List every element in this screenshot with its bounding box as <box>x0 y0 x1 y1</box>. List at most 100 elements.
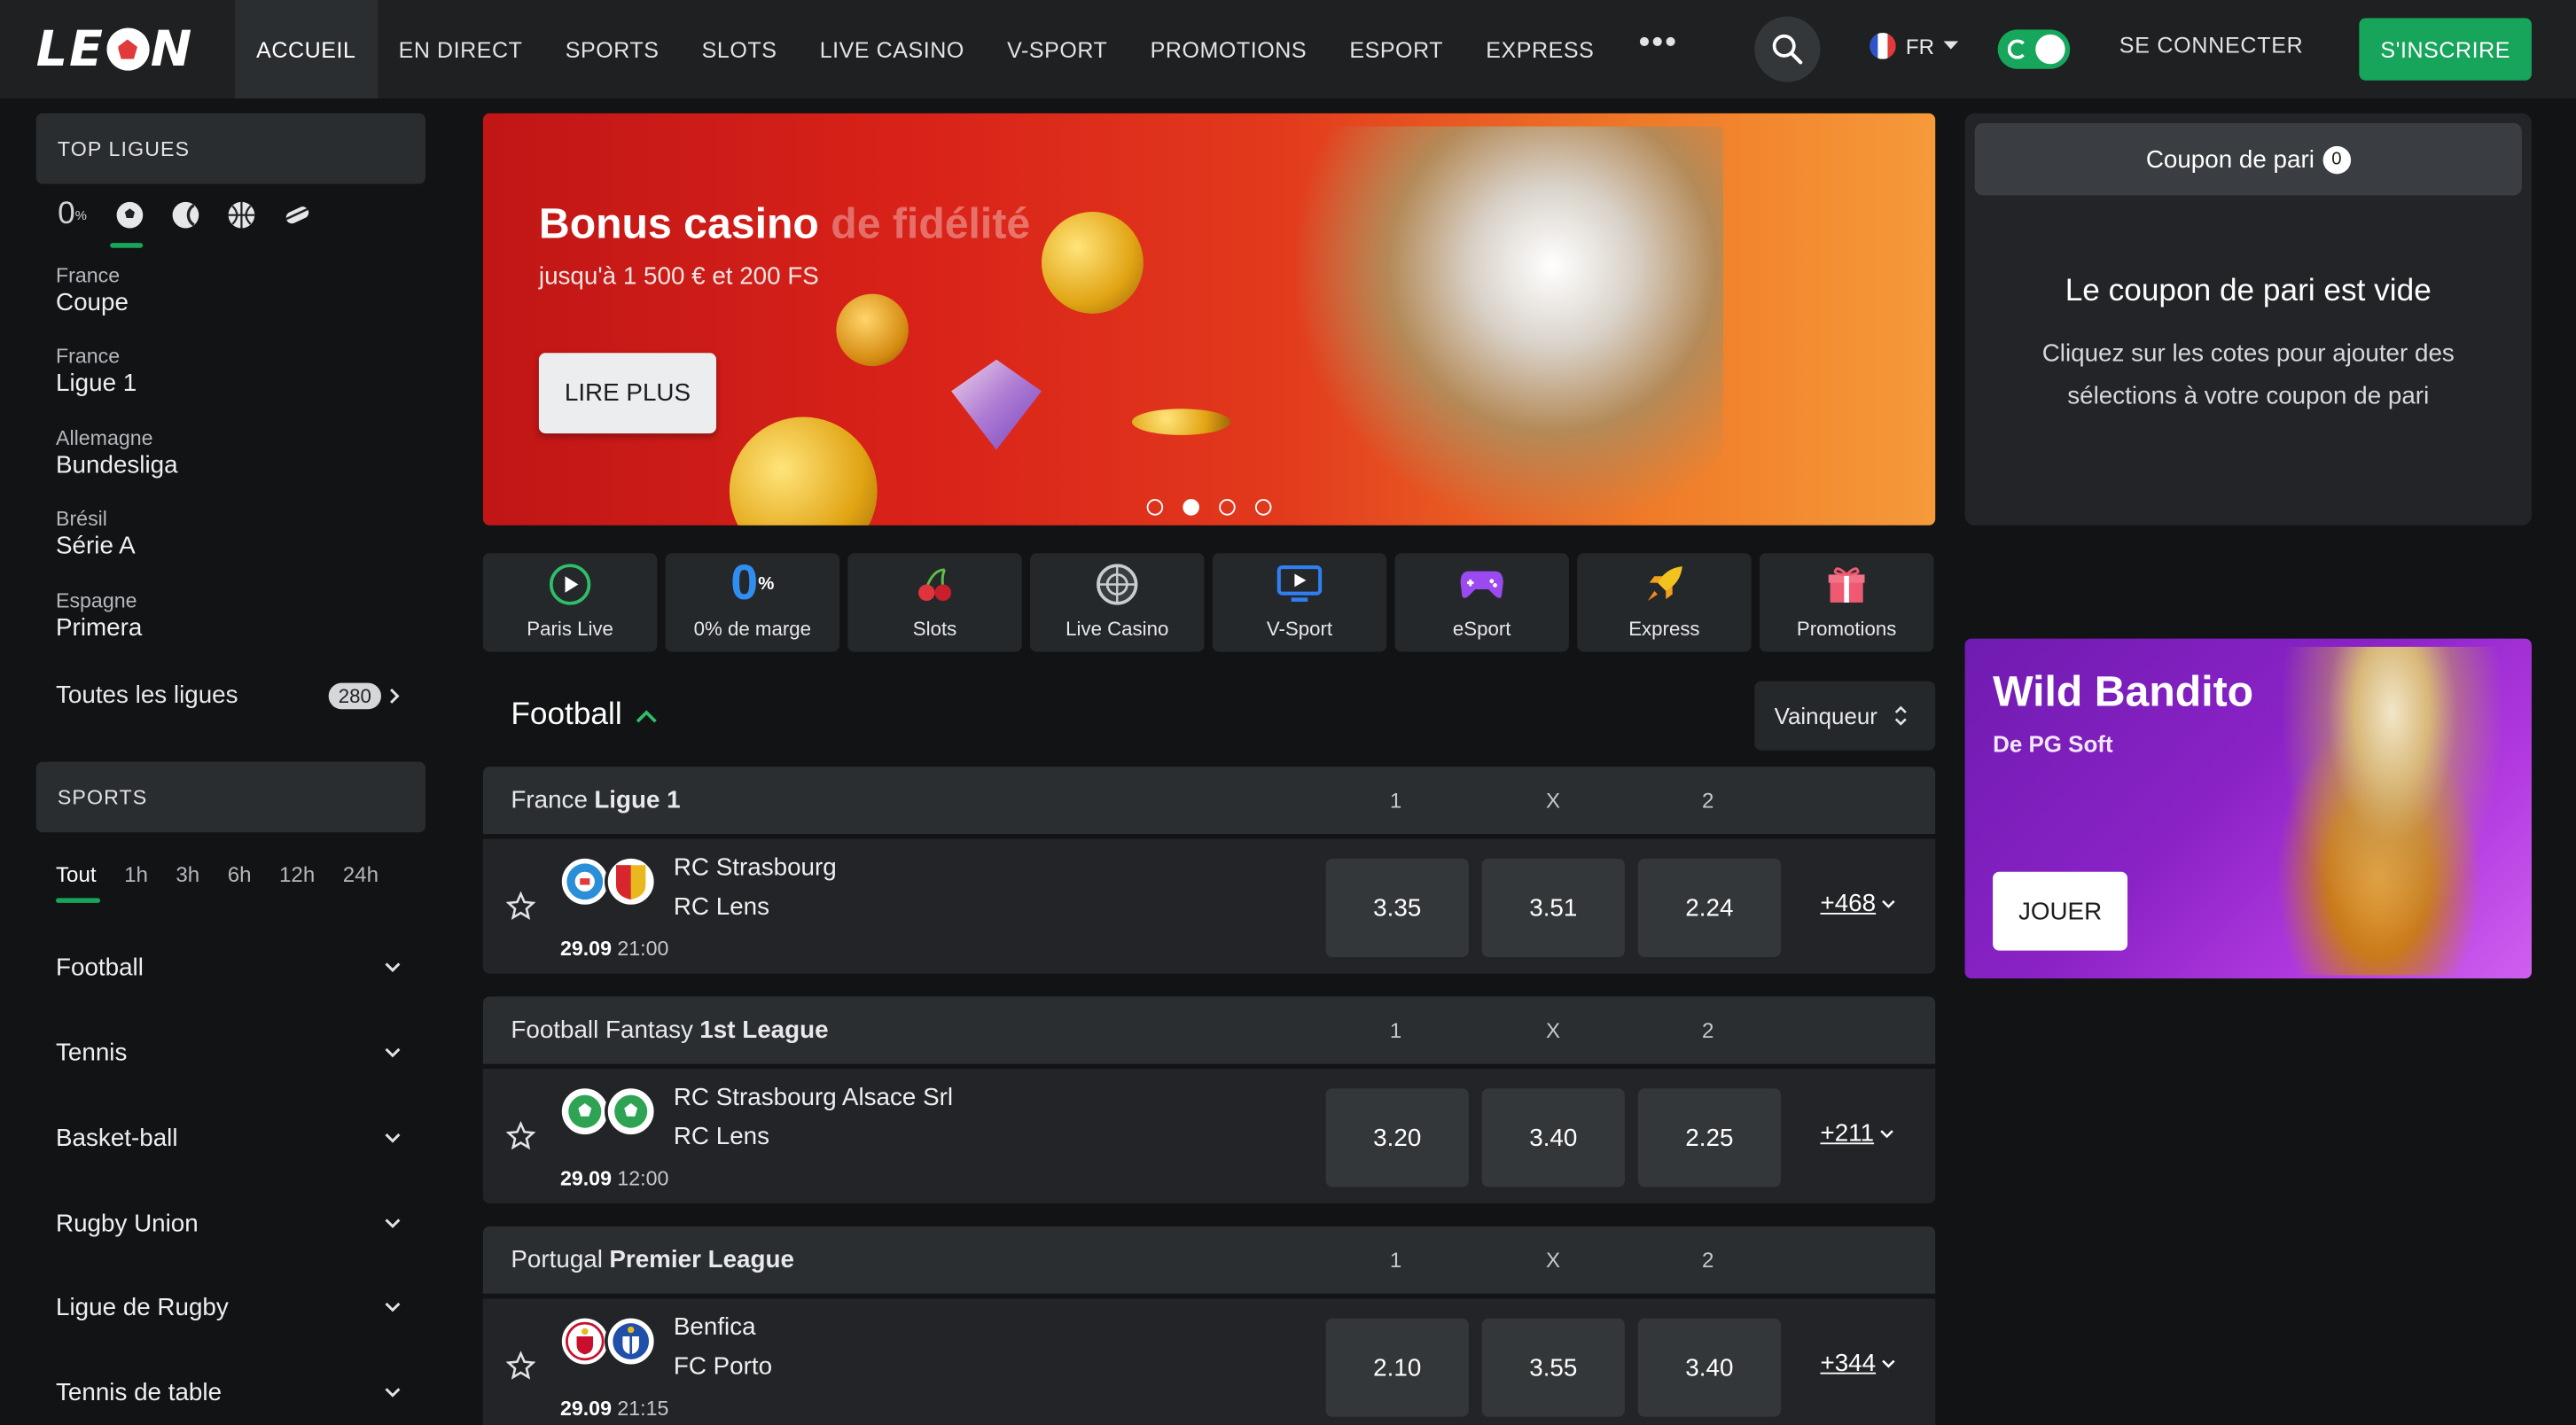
odd-draw-button[interactable]: 3.51 <box>1481 858 1625 958</box>
nav-accueil[interactable]: ACCUEIL <box>235 0 378 99</box>
carousel-dot[interactable] <box>1219 499 1236 516</box>
top-league-item[interactable]: France Ligue 1 <box>56 345 137 397</box>
nav-live-casino[interactable]: LIVE CASINO <box>799 0 986 98</box>
chevron-right-icon <box>390 688 400 704</box>
chevron-down-icon <box>385 1302 401 1312</box>
basketball-filter-icon[interactable] <box>227 200 256 230</box>
more-markets-link[interactable]: +344 <box>1820 1350 1895 1377</box>
zeus-character-illustration <box>1296 126 1724 526</box>
hockey-puck-filter-icon[interactable] <box>283 200 312 230</box>
match-row[interactable]: RC Strasbourg Alsace Srl RC Lens 29.09 1… <box>482 1068 1936 1203</box>
top-league-item[interactable]: Brésil Série A <box>56 507 136 559</box>
quick-link-label: Live Casino <box>1066 617 1169 641</box>
nav-en-direct[interactable]: EN DIRECT <box>378 0 544 98</box>
play-button[interactable]: JOUER <box>1993 871 2128 951</box>
odd-away-button[interactable]: 3.40 <box>1637 1318 1781 1417</box>
active-time-filter-indicator <box>56 898 101 903</box>
carousel-dot-active[interactable] <box>1183 499 1199 516</box>
quick-link-zero-margin[interactable]: 0% 0% de marge <box>665 553 840 652</box>
odd-away-button[interactable]: 2.24 <box>1637 858 1781 958</box>
market-selector[interactable]: Vainqueur <box>1754 681 1936 751</box>
chevron-down-icon <box>385 1133 401 1143</box>
all-leagues-link[interactable]: Toutes les ligues 280 <box>56 681 401 709</box>
bet-slip-count-badge: 0 <box>2322 144 2351 174</box>
main-nav: ACCUEIL EN DIRECT SPORTS SLOTS LIVE CASI… <box>235 0 1701 99</box>
theme-toggle[interactable] <box>1997 29 2071 69</box>
time-filter-1h[interactable]: 1h <box>124 862 148 887</box>
bet-slip-tab[interactable]: Coupon de pari 0 <box>1974 122 2522 196</box>
section-title[interactable]: Football <box>511 697 657 734</box>
quick-link-v-sport[interactable]: V-Sport <box>1212 553 1387 652</box>
carousel-dots <box>1146 499 1272 516</box>
nav-sports[interactable]: SPORTS <box>544 0 681 98</box>
league-header[interactable]: France Ligue 1 1 X 2 <box>482 767 1936 835</box>
carousel-dot[interactable] <box>1146 499 1164 516</box>
league-country: Allemagne <box>56 426 153 450</box>
quick-link-esport[interactable]: eSport <box>1394 553 1569 652</box>
favorite-star-icon[interactable] <box>505 1351 536 1381</box>
odd-away-button[interactable]: 2.25 <box>1637 1088 1781 1188</box>
quick-link-promotions[interactable]: Promotions <box>1759 553 1934 652</box>
top-league-item[interactable]: Allemagne Bundesliga <box>56 427 178 479</box>
quick-link-live[interactable]: Paris Live <box>482 553 658 652</box>
time-filter-12h[interactable]: 12h <box>279 862 315 887</box>
league-header[interactable]: Football Fantasy 1st League 1 X 2 <box>482 996 1936 1064</box>
team-logos <box>558 855 658 908</box>
sport-item-table-tennis[interactable]: Tennis de table <box>56 1379 401 1407</box>
login-button[interactable]: SE CONNECTER <box>2119 33 2304 58</box>
quick-links: Paris Live 0% 0% de marge Slots Live Cas… <box>482 553 1934 652</box>
football-filter-icon[interactable] <box>115 200 144 230</box>
gold-coin-decoration <box>836 293 909 367</box>
nav-more-icon[interactable]: ••• <box>1616 0 1701 98</box>
casino-bonus-banner[interactable]: Bonus casino de fidélité jusqu'à 1 500 €… <box>482 113 1936 526</box>
nav-promotions[interactable]: PROMOTIONS <box>1128 0 1328 98</box>
time-filter-24h[interactable]: 24h <box>343 862 379 887</box>
league-prefix: France <box>511 786 588 814</box>
sport-item-rugby-union[interactable]: Rugby Union <box>56 1210 401 1238</box>
match-time: 21:00 <box>617 937 669 961</box>
sport-item-basketball[interactable]: Basket-ball <box>56 1125 401 1152</box>
wild-bandito-promo[interactable]: Wild Bandito De PG Soft JOUER <box>1964 638 2532 979</box>
more-markets-count: +468 <box>1820 890 1877 918</box>
carousel-dot[interactable] <box>1254 499 1272 516</box>
favorite-star-icon[interactable] <box>505 891 536 921</box>
col-label-draw: X <box>1545 1017 1561 1043</box>
language-selector[interactable]: FR <box>1870 33 1959 59</box>
sport-item-football[interactable]: Football <box>56 954 401 982</box>
quick-link-label: Paris Live <box>527 617 613 641</box>
more-markets-link[interactable]: +468 <box>1820 890 1895 918</box>
top-league-item[interactable]: Espagne Primera <box>56 589 142 642</box>
leon-logo[interactable]: LE N <box>36 20 193 78</box>
time-filter-all[interactable]: Tout <box>56 862 97 887</box>
nav-express[interactable]: EXPRESS <box>1464 0 1615 98</box>
league-header[interactable]: Portugal Premier League 1 X 2 <box>482 1226 1936 1294</box>
chevron-down-icon <box>385 1219 401 1228</box>
fc-porto-logo-icon <box>605 1314 658 1368</box>
odd-home-button[interactable]: 2.10 <box>1325 1318 1469 1417</box>
time-filter-6h[interactable]: 6h <box>228 862 252 887</box>
search-button[interactable] <box>1754 16 1821 82</box>
odd-home-button[interactable]: 3.35 <box>1325 858 1469 958</box>
tennis-filter-icon[interactable] <box>171 200 200 230</box>
nav-esport[interactable]: ESPORT <box>1328 0 1464 98</box>
nav-slots[interactable]: SLOTS <box>681 0 799 98</box>
league-title: Ligue 1 <box>594 786 681 814</box>
match-row[interactable]: RC Strasbourg RC Lens 29.09 21:00 3.35 3… <box>482 838 1936 974</box>
read-more-button[interactable]: LIRE PLUS <box>538 353 717 434</box>
odd-draw-button[interactable]: 3.55 <box>1481 1318 1625 1417</box>
time-filter-3h[interactable]: 3h <box>176 862 199 887</box>
sport-item-rugby-league[interactable]: Ligue de Rugby <box>56 1294 401 1321</box>
quick-link-slots[interactable]: Slots <box>847 553 1022 652</box>
favorite-star-icon[interactable] <box>505 1121 536 1150</box>
odd-draw-button[interactable]: 3.40 <box>1481 1088 1625 1188</box>
sport-item-tennis[interactable]: Tennis <box>56 1040 401 1067</box>
match-row[interactable]: Benfica FC Porto 29.09 21:15 2.10 3.55 3… <box>482 1298 1936 1425</box>
odd-home-button[interactable]: 3.20 <box>1325 1088 1469 1188</box>
top-league-item[interactable]: France Coupe <box>56 264 129 316</box>
nav-v-sport[interactable]: V-SPORT <box>986 0 1128 98</box>
zero-margin-filter-icon[interactable]: 0% <box>56 197 89 231</box>
quick-link-live-casino[interactable]: Live Casino <box>1030 553 1205 652</box>
quick-link-express[interactable]: Express <box>1577 553 1752 652</box>
signup-button[interactable]: S'INSCRIRE <box>2359 18 2532 81</box>
more-markets-link[interactable]: +211 <box>1820 1119 1893 1148</box>
